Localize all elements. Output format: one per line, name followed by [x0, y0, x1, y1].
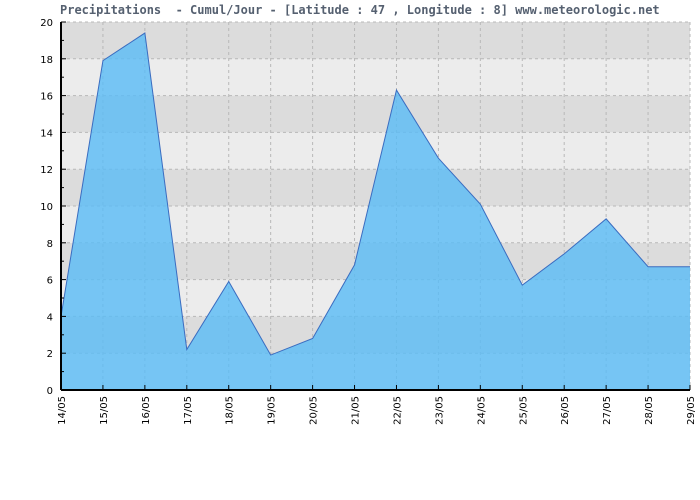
x-tick-label: 25/05	[518, 396, 529, 425]
grid-band	[61, 22, 690, 59]
x-tick-label: 22/05	[392, 396, 403, 425]
x-tick-label: 26/05	[560, 396, 571, 425]
y-tick-label: 0	[47, 386, 53, 397]
x-tick-label: 15/05	[99, 396, 110, 425]
y-tick-label: 4	[47, 312, 53, 323]
x-tick-label: 16/05	[141, 396, 152, 425]
y-tick-label: 18	[40, 55, 53, 66]
x-tick-label: 23/05	[434, 396, 445, 425]
x-tick-label: 28/05	[644, 396, 655, 425]
y-tick-label: 8	[47, 239, 53, 250]
x-tick-label: 27/05	[602, 396, 613, 425]
y-tick-label: 2	[47, 349, 53, 360]
x-tick-label: 20/05	[309, 396, 320, 425]
precipitation-chart: 0 2 4 6 8 10 12 14 16 18 20 14/05 15/05 16/05 17/05 18/…	[40, 18, 697, 425]
y-tick-label: 14	[40, 128, 53, 139]
x-tick-label: 29/05	[686, 396, 697, 425]
x-tick-label: 17/05	[183, 396, 194, 425]
x-tick-label: 14/05	[57, 396, 68, 425]
y-tick-label: 16	[40, 92, 53, 103]
x-tick-label: 19/05	[267, 396, 278, 425]
y-tick-label: 12	[40, 165, 53, 176]
y-tick-label: 20	[40, 18, 53, 29]
y-tick-label: 6	[47, 276, 53, 287]
y-tick-label: 10	[40, 202, 53, 213]
x-tick-label: 18/05	[225, 396, 236, 425]
x-tick-label: 21/05	[351, 396, 362, 425]
x-tick-label: 24/05	[476, 396, 487, 425]
grid-band	[61, 58, 690, 96]
